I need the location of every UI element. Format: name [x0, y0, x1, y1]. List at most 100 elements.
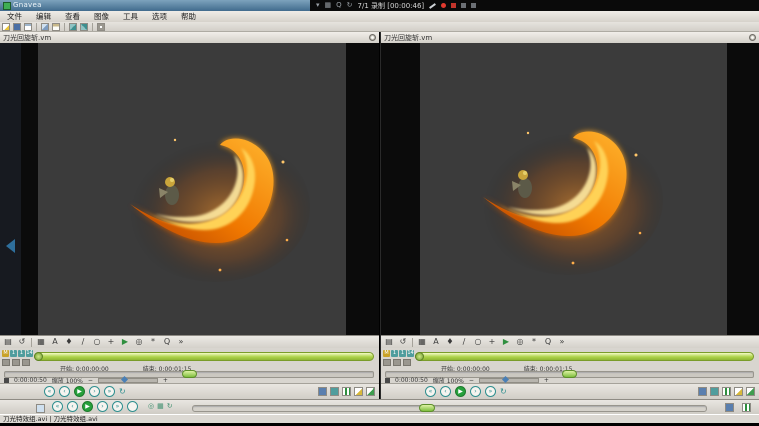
effect-stage[interactable] — [420, 43, 727, 335]
pause-icon[interactable] — [742, 403, 751, 412]
menu-file[interactable]: 文件 — [0, 11, 29, 22]
track-chip[interactable]: 1 — [18, 350, 25, 357]
menu-edit[interactable]: 编辑 — [29, 11, 58, 22]
loop-icon[interactable]: ↻ — [500, 387, 507, 396]
loop-icon[interactable]: ↻ — [167, 402, 173, 410]
ellipse-tool-icon[interactable]: ○ — [473, 336, 483, 348]
next-frame-button[interactable]: › — [97, 401, 108, 412]
prev-frame-button[interactable]: ‹ — [59, 386, 70, 397]
text-tool-icon[interactable]: A — [431, 336, 441, 348]
line-tool-icon[interactable]: ∕ — [459, 336, 469, 348]
track-chip[interactable]: 1 — [399, 350, 406, 357]
paste-icon[interactable] — [52, 23, 60, 31]
pencil-icon[interactable] — [429, 3, 436, 9]
gear-icon[interactable] — [369, 34, 376, 41]
record-icon[interactable] — [441, 3, 446, 8]
layer-icon[interactable] — [22, 359, 30, 366]
camera-icon[interactable] — [330, 387, 339, 396]
pen-tool-icon[interactable]: ♦ — [445, 336, 455, 348]
first-frame-button[interactable]: « — [425, 386, 436, 397]
zoom-slider[interactable] — [479, 378, 539, 383]
menu-options[interactable]: 选项 — [145, 11, 174, 22]
target-icon[interactable]: ◎ — [134, 336, 144, 348]
layer-icon[interactable] — [383, 359, 391, 366]
undo-icon[interactable]: ↺ — [398, 336, 408, 348]
first-frame-button[interactable]: « — [52, 401, 63, 412]
global-seek-thumb[interactable] — [419, 404, 435, 412]
add-icon[interactable]: + — [487, 336, 497, 348]
zoom-slider-thumb[interactable] — [502, 375, 509, 382]
close-icon[interactable] — [471, 3, 476, 8]
gear-icon[interactable]: ◎ — [148, 402, 154, 410]
window-icon[interactable] — [461, 3, 466, 8]
effect-stage[interactable] — [38, 43, 346, 335]
collapse-arrow-icon[interactable] — [6, 239, 15, 253]
pen-tool-icon[interactable]: ♦ — [64, 336, 74, 348]
prev-frame-button[interactable]: ‹ — [440, 386, 451, 397]
film-icon[interactable] — [318, 387, 327, 396]
new-icon[interactable] — [2, 23, 10, 31]
collapsed-side-panel[interactable] — [0, 43, 21, 335]
zoom-icon[interactable]: Q — [336, 0, 342, 11]
play-button[interactable]: ▶ — [74, 386, 85, 397]
page-icon[interactable]: ▤ — [3, 336, 13, 348]
timeline-progress-bar[interactable] — [34, 352, 374, 361]
pause-icon[interactable] — [722, 387, 731, 396]
grid-icon[interactable]: ▦ — [417, 336, 427, 348]
chevron-down-icon[interactable]: ▾ — [316, 0, 320, 11]
progress-start-cap[interactable] — [415, 352, 424, 361]
grid-icon[interactable]: ▦ — [36, 336, 46, 348]
seek-thumb[interactable] — [182, 370, 197, 378]
note-icon[interactable] — [354, 387, 363, 396]
progress-start-cap[interactable] — [34, 352, 43, 361]
camera-icon[interactable] — [710, 387, 719, 396]
pause-icon[interactable] — [342, 387, 351, 396]
menu-help[interactable]: 帮助 — [174, 11, 203, 22]
track-chip[interactable]: 14 — [407, 350, 414, 357]
film-icon[interactable] — [725, 403, 734, 412]
track-chip[interactable]: 14 — [26, 350, 33, 357]
menu-tools[interactable]: 工具 — [116, 11, 145, 22]
save-icon[interactable] — [13, 23, 21, 31]
export-frame-icon[interactable] — [746, 387, 755, 396]
layer-icon[interactable] — [2, 359, 10, 366]
play-button[interactable]: ▶ — [455, 386, 466, 397]
line-tool-icon[interactable]: ∕ — [78, 336, 88, 348]
zoom-slider-thumb[interactable] — [121, 375, 128, 382]
more-icon[interactable]: » — [557, 336, 567, 348]
layer-icon[interactable] — [393, 359, 401, 366]
seek-thumb[interactable] — [562, 370, 577, 378]
gear-icon[interactable] — [749, 34, 756, 41]
grid-icon[interactable]: ▦ — [325, 0, 332, 11]
zoom-tool-icon[interactable]: Q — [162, 336, 172, 348]
play-tool-icon[interactable]: ▶ — [501, 336, 511, 348]
undo-icon[interactable]: ↺ — [17, 336, 27, 348]
target-icon[interactable]: ◎ — [515, 336, 525, 348]
export-icon[interactable] — [80, 23, 88, 31]
speaker-icon[interactable] — [385, 378, 390, 383]
layer-icon[interactable] — [12, 359, 20, 366]
brush-icon[interactable]: * — [529, 336, 539, 348]
next-frame-button[interactable]: › — [470, 386, 481, 397]
stop-icon[interactable] — [451, 3, 456, 8]
loop-icon[interactable]: ↻ — [119, 387, 126, 396]
layer-icon[interactable] — [403, 359, 411, 366]
layers-icon[interactable]: ▦ — [157, 402, 164, 410]
refresh-icon[interactable]: ↻ — [347, 0, 353, 11]
global-seek-slider[interactable] — [192, 405, 707, 412]
more-icon[interactable]: » — [176, 336, 186, 348]
zoom-tool-icon[interactable]: Q — [543, 336, 553, 348]
menu-image[interactable]: 图像 — [87, 11, 116, 22]
add-icon[interactable]: + — [106, 336, 116, 348]
play-tool-icon[interactable]: ▶ — [120, 336, 130, 348]
text-tool-icon[interactable]: A — [50, 336, 60, 348]
track-chip[interactable]: 1 — [10, 350, 17, 357]
last-frame-button[interactable]: » — [104, 386, 115, 397]
timeline-progress-bar[interactable] — [415, 352, 754, 361]
page-icon[interactable]: ▤ — [384, 336, 394, 348]
first-frame-button[interactable]: « — [44, 386, 55, 397]
ellipse-tool-icon[interactable]: ○ — [92, 336, 102, 348]
clip-icon[interactable] — [36, 404, 45, 413]
copy-icon[interactable] — [41, 23, 49, 31]
film-icon[interactable] — [698, 387, 707, 396]
